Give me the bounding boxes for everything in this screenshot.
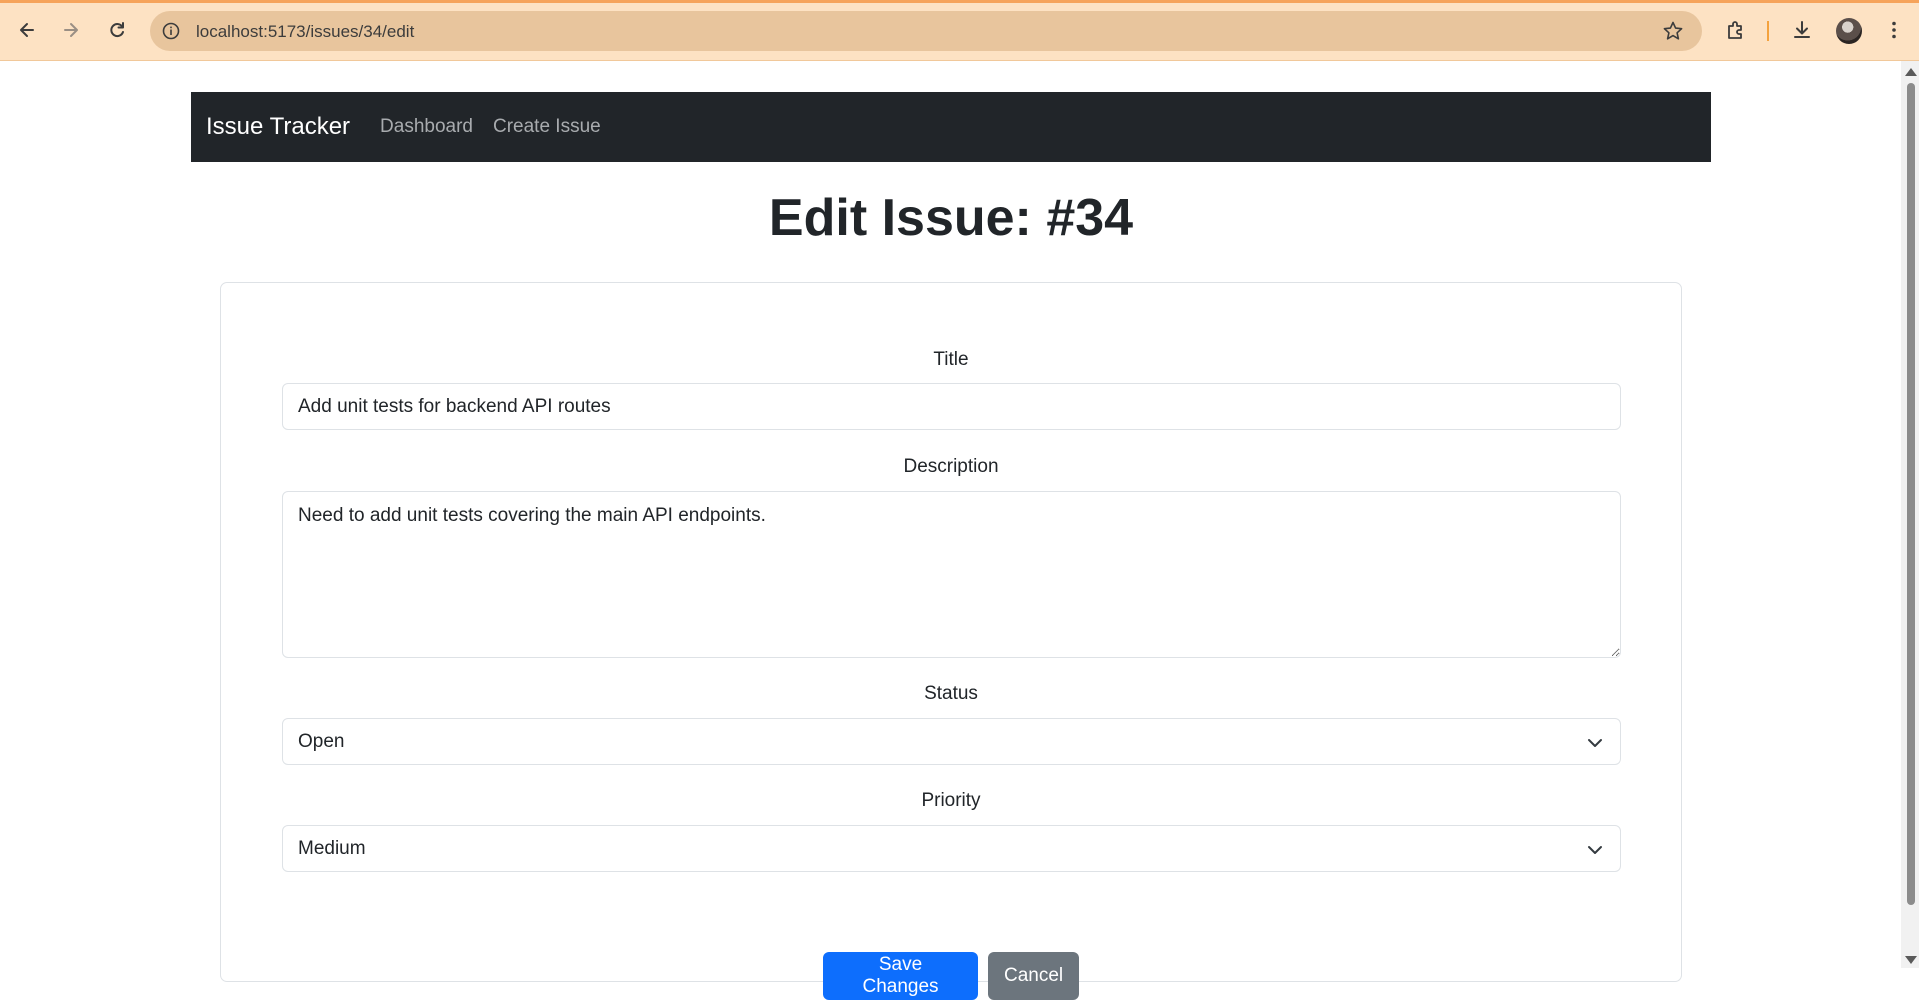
navbar-brand[interactable]: Issue Tracker [206, 113, 350, 141]
nav-link-create-issue[interactable]: Create Issue [493, 116, 601, 138]
status-label: Status [924, 683, 978, 704]
priority-selected-value: Medium [298, 838, 366, 859]
scroll-down-arrow[interactable] [1905, 956, 1917, 964]
browser-toolbar: localhost:5173/issues/34/edit [0, 0, 1919, 61]
site-info-icon[interactable] [161, 21, 181, 41]
cancel-button[interactable]: Cancel [988, 952, 1079, 1000]
address-bar[interactable]: localhost:5173/issues/34/edit [150, 11, 1702, 51]
browser-menu-button[interactable] [1880, 15, 1908, 45]
back-button[interactable] [11, 14, 43, 46]
nav-link-dashboard[interactable]: Dashboard [380, 116, 473, 138]
arrow-left-icon [20, 23, 34, 37]
priority-select[interactable]: Medium [282, 825, 1621, 872]
more-vertical-icon [1892, 21, 1896, 39]
downloads-button[interactable] [1788, 15, 1816, 45]
vertical-scrollbar[interactable] [1901, 61, 1919, 968]
description-textarea[interactable]: Need to add unit tests covering the main… [282, 491, 1621, 658]
chevron-down-icon [1588, 846, 1602, 854]
page-viewport: Issue Tracker Dashboard Create Issue Edi… [0, 61, 1901, 1000]
status-selected-value: Open [298, 731, 345, 752]
save-changes-button[interactable]: Save Changes [823, 952, 978, 1000]
reload-icon [110, 22, 124, 38]
title-label: Title [933, 349, 969, 370]
chevron-down-icon [1588, 739, 1602, 747]
bookmark-star-icon[interactable] [1662, 20, 1684, 42]
title-input[interactable] [282, 383, 1621, 430]
extensions-button[interactable] [1722, 15, 1750, 45]
status-select[interactable]: Open [282, 718, 1621, 765]
tab-strip-accent [0, 0, 1919, 3]
priority-label: Priority [921, 790, 981, 811]
download-icon [1794, 21, 1810, 38]
url-text[interactable]: localhost:5173/issues/34/edit [196, 22, 414, 42]
page-title: Edit Issue: #34 [768, 189, 1134, 247]
app-navbar: Issue Tracker Dashboard Create Issue [191, 92, 1711, 162]
description-label: Description [903, 456, 999, 477]
forward-button[interactable] [55, 14, 87, 46]
puzzle-icon [1728, 21, 1742, 39]
reload-button[interactable] [101, 14, 133, 46]
profile-avatar[interactable] [1836, 18, 1862, 44]
toolbar-separator [1767, 21, 1769, 41]
edit-issue-card: Title Description Need to add unit tests… [220, 282, 1682, 1000]
scrollbar-thumb[interactable] [1907, 83, 1915, 905]
scroll-up-arrow[interactable] [1905, 68, 1917, 76]
arrow-right-icon [64, 23, 78, 37]
